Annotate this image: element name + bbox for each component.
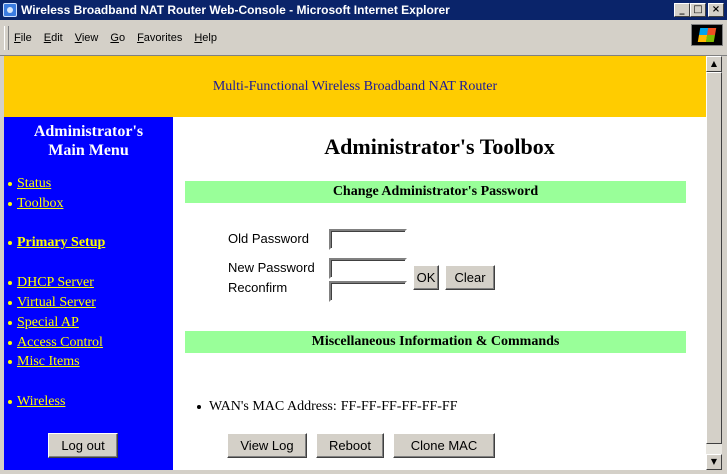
sidebar: Administrator's Main Menu Status Toolbox… bbox=[4, 117, 173, 470]
sidebar-item-label: Toolbox bbox=[17, 196, 64, 211]
sidebar-item-label: Special AP bbox=[17, 315, 79, 330]
sidebar-item-label: Primary Setup bbox=[17, 235, 106, 250]
maximize-button[interactable]: □ bbox=[690, 3, 706, 17]
sidebar-title: Administrator's Main Menu bbox=[4, 122, 173, 160]
reconfirm-password-input[interactable] bbox=[329, 281, 407, 302]
sidebar-item-label: Misc Items bbox=[17, 354, 80, 369]
bullet-icon bbox=[8, 321, 12, 325]
mac-address-label: WAN's MAC Address: bbox=[209, 399, 337, 414]
mac-address-line: WAN's MAC Address: FF-FF-FF-FF-FF-FF bbox=[197, 399, 458, 415]
view-log-button[interactable]: View Log bbox=[227, 433, 307, 458]
bullet-icon bbox=[8, 202, 12, 206]
sidebar-item-virtual-server[interactable]: Virtual Server bbox=[8, 295, 96, 311]
window-title-bar[interactable]: Wireless Broadband NAT Router Web-Consol… bbox=[0, 0, 727, 20]
menu-items: File Edit View Go Favorites Help bbox=[14, 32, 229, 44]
sidebar-item-misc-items[interactable]: Misc Items bbox=[8, 354, 80, 370]
sidebar-item-status[interactable]: Status bbox=[8, 176, 51, 192]
bullet-icon bbox=[8, 182, 12, 186]
vertical-scrollbar[interactable]: ▲ ▼ bbox=[706, 56, 722, 470]
minimize-button[interactable]: _ bbox=[674, 3, 690, 17]
menu-help[interactable]: Help bbox=[194, 32, 217, 44]
window-controls: _ □ × bbox=[674, 3, 724, 17]
sidebar-item-label: Access Control bbox=[17, 335, 103, 350]
scroll-down-arrow-icon[interactable]: ▼ bbox=[706, 454, 722, 470]
page-content: Multi-Functional Wireless Broadband NAT … bbox=[4, 56, 706, 470]
sidebar-item-special-ap[interactable]: Special AP bbox=[8, 315, 79, 331]
bullet-icon bbox=[8, 301, 12, 305]
sidebar-item-wireless[interactable]: Wireless bbox=[8, 394, 65, 410]
window-frame-right bbox=[722, 56, 727, 474]
menu-bar: File Edit View Go Favorites Help bbox=[0, 20, 727, 56]
clone-mac-button[interactable]: Clone MAC bbox=[393, 433, 495, 458]
misc-section-heading: Miscellaneous Information & Commands bbox=[185, 331, 686, 353]
sidebar-title-line1: Administrator's bbox=[33, 123, 144, 140]
window-title: Wireless Broadband NAT Router Web-Consol… bbox=[21, 3, 450, 17]
reboot-button[interactable]: Reboot bbox=[316, 433, 384, 458]
clear-button[interactable]: Clear bbox=[445, 265, 495, 290]
sidebar-item-access-control[interactable]: Access Control bbox=[8, 335, 103, 351]
scrollbar-thumb[interactable] bbox=[706, 72, 722, 444]
menu-favorites[interactable]: Favorites bbox=[137, 32, 182, 44]
scroll-up-arrow-icon[interactable]: ▲ bbox=[706, 56, 722, 72]
bullet-icon bbox=[8, 281, 12, 285]
mac-address-value: FF-FF-FF-FF-FF-FF bbox=[340, 399, 458, 414]
bullet-icon bbox=[8, 360, 12, 364]
toolbar-grip[interactable] bbox=[4, 26, 9, 50]
windows-logo-icon bbox=[691, 24, 723, 46]
old-password-label: Old Password bbox=[228, 231, 309, 246]
sidebar-item-label: Wireless bbox=[17, 394, 66, 409]
bullet-icon bbox=[8, 400, 12, 404]
sidebar-item-label: DHCP Server bbox=[17, 275, 94, 290]
header-title: Multi-Functional Wireless Broadband NAT … bbox=[212, 78, 498, 94]
sidebar-item-toolbox[interactable]: Toolbox bbox=[8, 196, 63, 212]
page-title: Administrator's Toolbox bbox=[324, 134, 555, 159]
ie-page-icon bbox=[3, 3, 17, 17]
sidebar-item-dhcp-server[interactable]: DHCP Server bbox=[8, 275, 94, 291]
bullet-icon bbox=[8, 241, 12, 245]
old-password-input[interactable] bbox=[329, 229, 407, 250]
menu-go[interactable]: Go bbox=[110, 32, 125, 44]
bullet-icon bbox=[8, 341, 12, 345]
main-panel: Administrator's Toolbox Change Administr… bbox=[173, 117, 706, 470]
sidebar-title-line2: Main Menu bbox=[48, 142, 129, 159]
close-button[interactable]: × bbox=[708, 3, 724, 17]
password-section-heading: Change Administrator's Password bbox=[185, 181, 686, 203]
new-password-input[interactable] bbox=[329, 258, 407, 279]
sidebar-item-primary-setup[interactable]: Primary Setup bbox=[8, 235, 105, 251]
sidebar-item-label: Virtual Server bbox=[17, 295, 96, 310]
reconfirm-label: Reconfirm bbox=[228, 280, 288, 295]
sidebar-item-label: Status bbox=[17, 176, 52, 191]
bullet-icon bbox=[197, 405, 201, 409]
page-header: Multi-Functional Wireless Broadband NAT … bbox=[4, 56, 706, 117]
window-frame-bottom bbox=[0, 470, 727, 474]
menu-file[interactable]: File bbox=[14, 32, 32, 44]
new-password-label: New Password bbox=[228, 260, 315, 275]
menu-edit[interactable]: Edit bbox=[44, 32, 63, 44]
menu-view[interactable]: View bbox=[75, 32, 99, 44]
logout-button[interactable]: Log out bbox=[48, 433, 118, 458]
ok-button[interactable]: OK bbox=[413, 265, 439, 290]
